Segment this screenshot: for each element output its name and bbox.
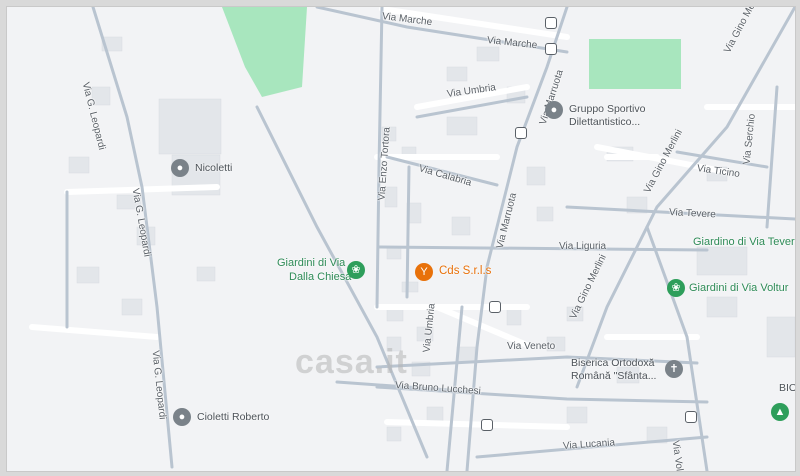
location-pin-icon: ●: [550, 103, 558, 116]
poi-label-cds[interactable]: Cds S.r.l.s: [439, 265, 491, 277]
bus-stop-icon[interactable]: [481, 419, 493, 431]
poi-label-biserica-2[interactable]: Română "Sfânta...: [571, 370, 656, 382]
tree-icon: ❀: [351, 263, 361, 276]
tree-icon: ▲: [774, 405, 786, 418]
poi-pin-gruppo-sportivo[interactable]: ●: [545, 101, 563, 119]
poi-pin-nicoletti[interactable]: ●: [171, 159, 189, 177]
poi-label-gruppo-2[interactable]: Dilettantistico...: [569, 116, 640, 128]
poi-label-gruppo-1[interactable]: Gruppo Sportivo: [569, 103, 645, 115]
poi-label-biserica-1[interactable]: Biserica Ortodoxă: [571, 357, 654, 369]
watermark: casa.it: [295, 343, 408, 381]
poi-pin-cds[interactable]: Y: [415, 263, 433, 281]
major-roads: [65, 7, 795, 471]
poi-label-giardino-tevere[interactable]: Giardino di Via Tever: [693, 236, 795, 248]
bus-stop-icon[interactable]: [545, 43, 557, 55]
street-label-via-liguria: Via Liguria: [559, 241, 607, 252]
bus-stop-icon[interactable]: [685, 411, 697, 423]
poi-label-giardini-chiesa-2[interactable]: Dalla Chiesa: [289, 271, 351, 283]
bus-stop-icon[interactable]: [515, 127, 527, 139]
bus-stop-icon[interactable]: [489, 301, 501, 313]
location-pin-icon: ●: [178, 410, 186, 423]
poi-pin-giardini-volturno[interactable]: ❀: [667, 279, 685, 297]
cross-icon: ✝: [669, 362, 679, 375]
poi-label-giardini-volturno[interactable]: Giardini di Via Voltur: [689, 282, 788, 294]
poi-label-cioletti[interactable]: Cioletti Roberto: [197, 411, 269, 423]
street-label-via-veneto: Via Veneto: [507, 341, 556, 352]
bus-stop-icon[interactable]: [545, 17, 557, 29]
park-area-northwest: [222, 7, 307, 97]
poi-pin-cioletti[interactable]: ●: [173, 408, 191, 426]
tree-icon: ❀: [671, 281, 681, 294]
poi-label-bio[interactable]: BIO: [779, 382, 795, 394]
location-pin-icon: ●: [176, 161, 184, 174]
poi-pin-bio[interactable]: ▲: [771, 403, 789, 421]
poi-pin-biserica[interactable]: ✝: [665, 360, 683, 378]
map-frame[interactable]: Via Marche Via Marche Via Umbria Via Mar…: [6, 6, 796, 472]
poi-label-giardini-chiesa-1[interactable]: Giardini di Via: [277, 257, 345, 269]
map-canvas[interactable]: [7, 7, 795, 471]
park-area-sports-field: [589, 39, 681, 89]
poi-pin-giardini-chiesa[interactable]: ❀: [347, 261, 365, 279]
poi-label-nicoletti[interactable]: Nicoletti: [195, 162, 232, 174]
cocktail-icon: Y: [420, 265, 428, 278]
